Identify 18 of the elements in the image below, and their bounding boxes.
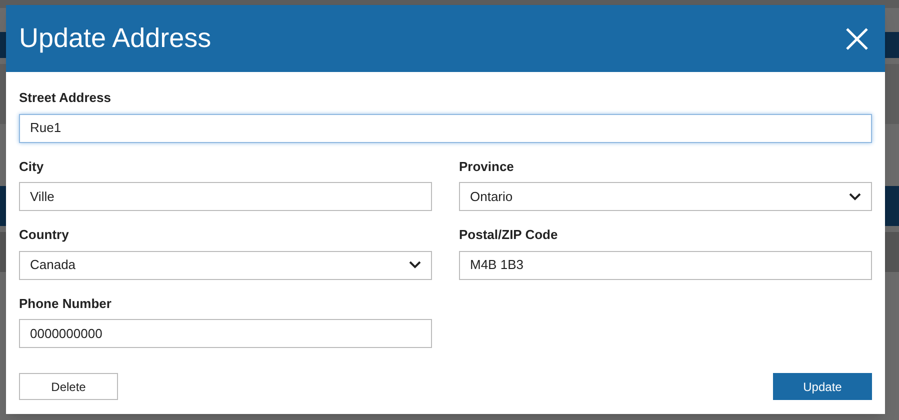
field-label: Province <box>459 158 515 176</box>
dialog-title: Update Address <box>19 22 212 56</box>
select-field[interactable]: Ontario <box>459 182 872 211</box>
field-label: City <box>19 158 45 176</box>
field-label: Phone Number <box>19 294 112 312</box>
field-label: Country <box>19 226 70 244</box>
input-field[interactable]: Rue1 <box>19 114 872 142</box>
input-field[interactable]: Ville <box>19 182 432 211</box>
chevron-down-icon <box>409 261 421 269</box>
select-field[interactable]: Canada <box>19 250 432 280</box>
field-label: Street Address <box>19 89 112 107</box>
close-icon <box>845 26 869 50</box>
delete-button[interactable]: Delete <box>19 373 118 400</box>
chevron-down-icon <box>849 192 861 200</box>
input-field[interactable]: M4B 1B3 <box>459 250 872 280</box>
input-field[interactable]: 0000000000 <box>19 319 432 348</box>
update-button[interactable]: Update <box>773 373 872 400</box>
field-label: Postal/ZIP Code <box>459 226 559 244</box>
